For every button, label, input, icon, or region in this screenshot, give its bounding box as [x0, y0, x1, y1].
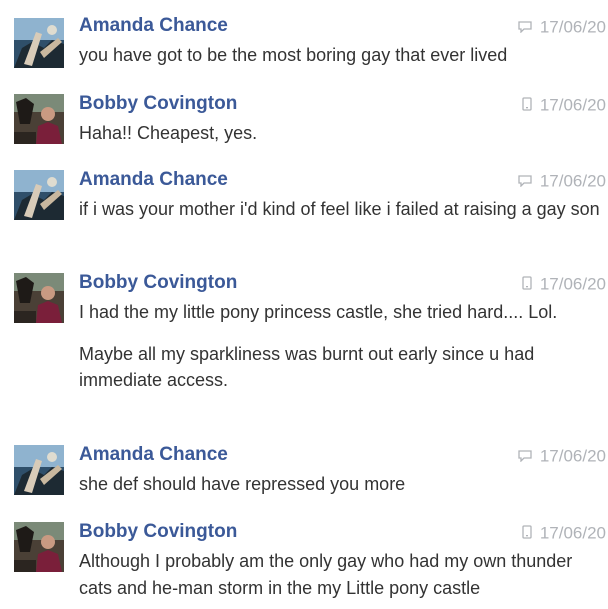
sender-name[interactable]: Bobby Covington	[79, 520, 237, 544]
sender-name[interactable]: Bobby Covington	[79, 271, 237, 295]
message-body: you have got to be the most boring gay t…	[79, 42, 605, 69]
message-body: if i was your mother i'd kind of feel li…	[79, 196, 605, 223]
avatar[interactable]	[14, 273, 64, 323]
message-body: I had the my little pony princess castle…	[79, 299, 605, 394]
timestamp: 17/06/20	[539, 446, 606, 466]
message-meta: 17/06/20	[518, 445, 606, 468]
message-body: Haha!! Cheapest, yes.	[79, 120, 605, 147]
message-meta: 17/06/20	[522, 273, 606, 296]
message-text: Maybe all my sparkliness was burnt out e…	[79, 343, 535, 391]
message-text: if i was your mother i'd kind of feel li…	[79, 199, 600, 219]
timestamp: 17/06/20	[539, 274, 606, 294]
message-text: you have got to be the most boring gay t…	[79, 45, 508, 65]
avatar[interactable]	[14, 170, 64, 220]
chat-icon	[518, 17, 532, 39]
avatar[interactable]	[14, 18, 64, 68]
message-meta: 17/06/20	[518, 170, 606, 193]
chat-icon	[518, 171, 532, 193]
avatar[interactable]	[14, 94, 64, 144]
timestamp: 17/06/20	[539, 171, 606, 191]
message-text: I had the my little pony princess castle…	[79, 302, 558, 322]
sender-name[interactable]: Amanda Chance	[79, 14, 228, 38]
message-text: she def should have repressed you more	[79, 474, 406, 494]
mobile-icon	[522, 95, 532, 117]
timestamp: 17/06/20	[539, 95, 606, 115]
timestamp: 17/06/20	[539, 17, 606, 37]
sender-name[interactable]: Amanda Chance	[79, 168, 228, 192]
message-meta: 17/06/20	[522, 94, 606, 117]
message-text: Although I probably am the only gay who …	[79, 551, 573, 598]
message-body: she def should have repressed you more	[79, 471, 605, 498]
sender-name[interactable]: Amanda Chance	[79, 443, 228, 467]
message-meta: 17/06/20	[522, 522, 606, 545]
timestamp: 17/06/20	[539, 523, 606, 543]
chat-icon	[518, 446, 532, 468]
avatar[interactable]	[14, 445, 64, 495]
mobile-icon	[522, 274, 532, 296]
avatar[interactable]	[14, 522, 64, 572]
message-text: Haha!! Cheapest, yes.	[79, 123, 258, 143]
message-body: Although I probably am the only gay who …	[79, 548, 605, 601]
sender-name[interactable]: Bobby Covington	[79, 92, 237, 116]
message-meta: 17/06/20	[518, 16, 606, 39]
mobile-icon	[522, 523, 532, 545]
message-thread: Amanda Chance 17/06/20 you have got to b…	[0, 0, 608, 609]
